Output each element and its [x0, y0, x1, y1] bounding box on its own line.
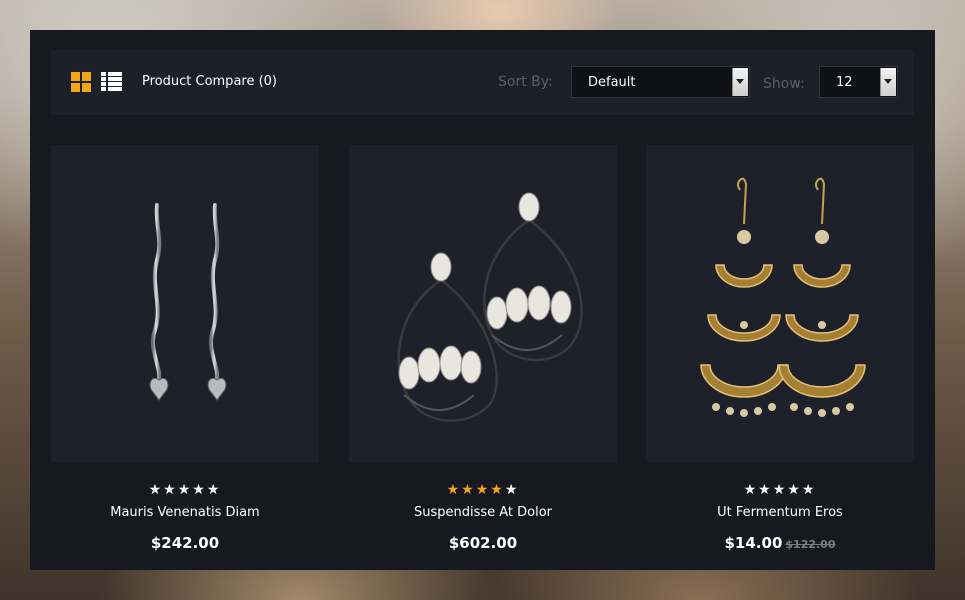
- sort-by-value: Default: [588, 75, 636, 90]
- rating-stars: ★★★★★: [446, 482, 520, 498]
- product-name[interactable]: Suspendisse At Dolor: [349, 505, 617, 520]
- product-name[interactable]: Mauris Venenatis Diam: [51, 505, 319, 520]
- product-price: $14.00 $122.00: [646, 534, 914, 552]
- show-count-value: 12: [836, 75, 853, 90]
- product-name[interactable]: Ut Fermentum Eros: [646, 505, 914, 520]
- list-view-icon[interactable]: [101, 72, 122, 92]
- sort-by-select[interactable]: Default: [571, 66, 750, 98]
- grid-view-icon[interactable]: [71, 72, 91, 92]
- listing-toolbar: Product Compare (0) Sort By: Default Sho…: [51, 50, 914, 115]
- product-image-pearl-earrings[interactable]: [349, 145, 617, 462]
- product-image-silver-earrings[interactable]: [51, 145, 319, 462]
- chevron-down-icon[interactable]: [880, 68, 896, 96]
- current-price: $14.00: [724, 534, 783, 552]
- rating-stars: ★★★★★: [148, 482, 222, 498]
- product-price: $242.00: [51, 534, 319, 552]
- current-price: $602.00: [448, 534, 518, 552]
- show-label: Show:: [763, 76, 805, 92]
- product-image-gold-earrings[interactable]: [646, 145, 914, 462]
- old-price: $122.00: [785, 538, 836, 551]
- show-count-select[interactable]: 12: [819, 66, 898, 98]
- sort-by-label: Sort By:: [498, 74, 553, 90]
- current-price: $242.00: [150, 534, 220, 552]
- chevron-down-icon[interactable]: [732, 68, 748, 96]
- product-price: $602.00: [349, 534, 617, 552]
- product-listing-panel: Product Compare (0) Sort By: Default Sho…: [30, 30, 935, 570]
- product-compare-link[interactable]: Product Compare (0): [142, 74, 277, 89]
- rating-stars: ★★★★★: [743, 482, 817, 498]
